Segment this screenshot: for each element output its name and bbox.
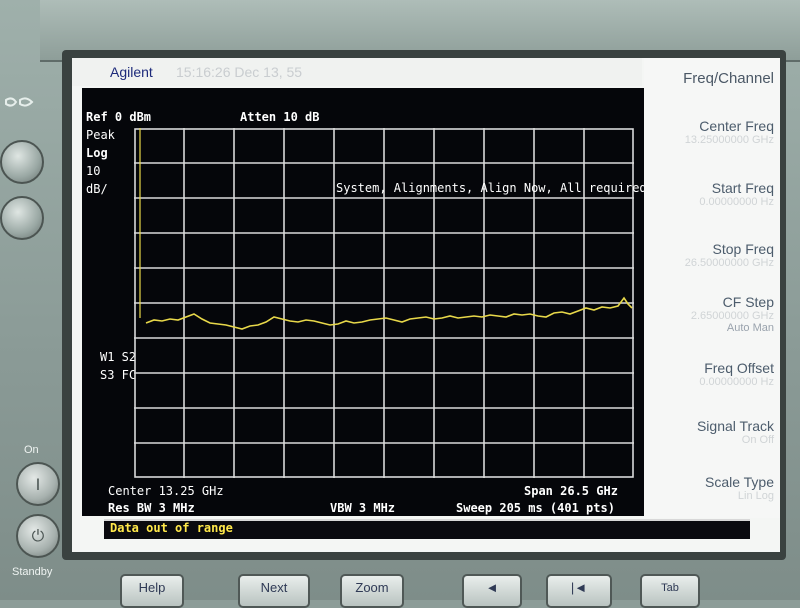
softkey-label: Scale Type: [704, 474, 774, 490]
softkey-signal-track[interactable]: Signal Track On Off: [697, 418, 774, 446]
alignment-notice: System, Alignments, Align Now, All requi…: [336, 181, 647, 195]
softkey-center-freq[interactable]: Center Freq 13.25000000 GHz: [685, 118, 774, 146]
tab-key[interactable]: Tab: [640, 574, 700, 608]
softkey-freq-offset[interactable]: Freq Offset 0.00000000 Hz: [699, 360, 774, 388]
help-key[interactable]: Help: [120, 574, 184, 608]
instrument-header: [72, 58, 642, 86]
power-standby-icon: ⏻: [31, 526, 45, 545]
standby-button[interactable]: ⏻: [16, 514, 60, 558]
on-label: On: [24, 444, 39, 456]
span: Span 26.5 GHz: [524, 484, 618, 498]
vbw: VBW 3 MHz: [330, 501, 396, 515]
scale-value: 10: [86, 164, 101, 178]
softkey-menu-title: Freq/Channel: [683, 70, 774, 87]
softkey-label: Signal Track: [696, 418, 774, 434]
arrow-left-icon: ◄: [485, 580, 499, 595]
tab-left-key[interactable]: |◄: [546, 574, 612, 608]
center-frequency: Center 13.25 GHz: [108, 484, 224, 498]
arrow-left-bar-icon: |◄: [570, 580, 588, 595]
softkey-label: Start Freq: [711, 180, 774, 196]
sweep-time: Sweep 205 ms (401 pts): [456, 501, 615, 515]
softkey-label: Center Freq: [699, 118, 774, 134]
trace-markers-2: S3 FC: [100, 368, 137, 382]
status-message: Data out of range: [110, 521, 233, 535]
softkey-value: Lin Log: [737, 490, 774, 502]
softkey-scale-type[interactable]: Scale Type Lin Log: [705, 474, 774, 502]
power-on-button[interactable]: I: [16, 462, 60, 506]
res-bw: Res BW 3 MHz: [108, 501, 195, 515]
softkey-cf-step[interactable]: CF Step 2.65000000 GHz Auto Man: [691, 294, 774, 334]
softkey-value: On Off: [741, 434, 774, 446]
standby-label: Standby: [12, 566, 53, 578]
zoom-key[interactable]: Zoom: [340, 574, 404, 608]
left-arrow-key[interactable]: ◄: [462, 574, 522, 608]
scale-type: Log: [86, 146, 108, 160]
power-on-icon: I: [35, 474, 41, 494]
next-key[interactable]: Next: [238, 574, 310, 608]
softkey-value: 13.25000000 GHz: [684, 134, 774, 146]
brand-logo-text: Agilent: [110, 64, 153, 80]
softkey-label: Freq Offset: [704, 360, 774, 376]
speaker-icon: [5, 97, 34, 107]
softkey-stop-freq[interactable]: Stop Freq 26.50000000 GHz: [685, 241, 774, 269]
softkey-value: 26.50000000 GHz: [684, 257, 774, 269]
softkey-value: 0.00000000 Hz: [699, 376, 774, 388]
ref-level: Ref 0 dBm: [86, 110, 152, 124]
datetime: 15:16:26 Dec 13, 55: [176, 64, 303, 80]
softkey-start-freq[interactable]: Start Freq 0.00000000 Hz: [699, 180, 774, 208]
softkey-knob-2[interactable]: [0, 196, 44, 240]
scale-unit: dB/: [86, 182, 108, 196]
attenuation: Atten 10 dB: [240, 110, 320, 124]
softkey-label: CF Step: [722, 294, 774, 310]
softkey-auto-man: Auto Man: [726, 322, 774, 334]
softkey-knob-1[interactable]: [0, 140, 44, 184]
softkey-label: Stop Freq: [712, 241, 774, 257]
trace-markers-1: W1 S2: [100, 350, 137, 364]
softkey-value: 2.65000000 GHz: [690, 310, 774, 322]
softkey-value: 0.00000000 Hz: [699, 196, 774, 208]
detector-mode: Peak: [86, 128, 115, 142]
